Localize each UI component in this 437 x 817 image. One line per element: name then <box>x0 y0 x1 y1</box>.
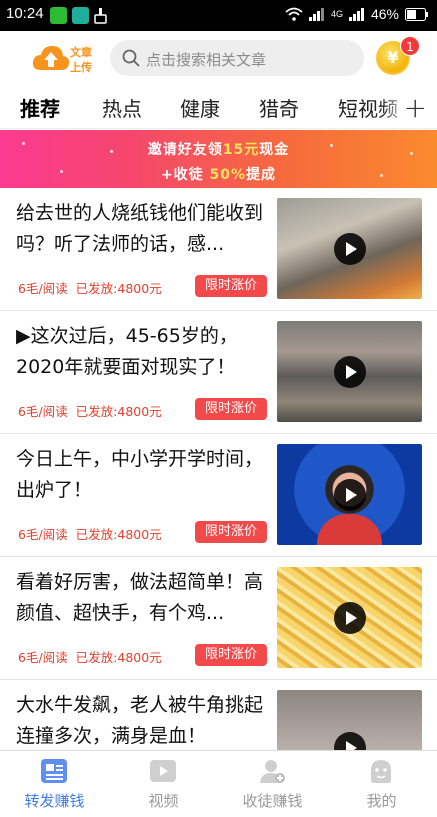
tab-recommend[interactable]: 推荐 <box>20 93 60 122</box>
search-placeholder: 点击搜索相关文章 <box>146 51 267 69</box>
bottom-nav: 转发赚钱 视频 收徒赚钱 我的 <box>0 750 437 816</box>
article-thumbnail[interactable] <box>277 567 422 668</box>
nav-video[interactable]: 视频 <box>109 751 218 817</box>
issued-amount: 已发放:4800元 <box>75 281 162 296</box>
network-type: 4G <box>330 9 343 19</box>
cloud-upload-icon <box>32 46 70 70</box>
article-title[interactable]: 看着好厉害，做法超简单！高颜值、超快手，有个鸡... <box>16 567 268 629</box>
tab-curiosity[interactable]: 猎奇 <box>259 93 299 122</box>
price-per-read: 6毛/阅读 <box>18 404 68 419</box>
issued-amount: 已发放:4800元 <box>75 404 162 419</box>
category-tabs: 推荐 热点 健康 猎奇 短视频 + <box>0 83 437 129</box>
promo-badge: 限时涨价 <box>195 275 267 297</box>
article-icon <box>41 759 67 783</box>
notification-badge: 1 <box>400 36 420 56</box>
article-meta: 6毛/阅读 已发放:4800元 <box>18 278 170 297</box>
status-time: 10:24 <box>6 5 44 22</box>
battery-icon <box>405 7 428 21</box>
upload-article-logo[interactable]: 文章 上传 <box>32 41 102 75</box>
invite-banner[interactable]: 邀请好友领15元现金 +收徒 50%提成 <box>0 130 437 188</box>
article-feed: 给去世的人烧纸钱他们能收到吗？听了法师的话，感... 6毛/阅读 已发放:4800… <box>0 188 437 750</box>
list-item[interactable]: 看着好厉害，做法超简单！高颜值、超快手，有个鸡... 6毛/阅读 已发放:4800… <box>0 557 437 680</box>
article-meta: 6毛/阅读 已发放:4800元 <box>18 647 170 666</box>
logo-text-bottom: 上传 <box>70 61 92 74</box>
list-item[interactable]: 大水牛发飙，老人被牛角挑起连撞多次，满身是血！ <box>0 680 437 750</box>
list-item[interactable]: ▶这次过后，45-65岁的，2020年就要面对现实了！ 6毛/阅读 已发放:480… <box>0 311 437 434</box>
banner-line-2: +收徒 50%提成 <box>160 167 277 183</box>
banner-line-1: 邀请好友领15元现金 <box>147 142 290 158</box>
promo-badge: 限时涨价 <box>195 644 267 666</box>
search-icon <box>122 49 140 67</box>
logo-text-top: 文章 <box>70 46 92 59</box>
screenshot-icon <box>72 7 89 24</box>
search-bar[interactable]: 点击搜索相关文章 <box>110 40 364 76</box>
tab-hot[interactable]: 热点 <box>102 93 142 122</box>
play-icon <box>334 732 366 750</box>
list-item[interactable]: 给去世的人烧纸钱他们能收到吗？听了法师的话，感... 6毛/阅读 已发放:4800… <box>0 188 437 311</box>
top-bar: 文章 上传 点击搜索相关文章 ¥ 1 <box>0 31 437 83</box>
profile-face-icon <box>371 760 391 783</box>
price-per-read: 6毛/阅读 <box>18 281 68 296</box>
article-title[interactable]: ▶这次过后，45-65岁的，2020年就要面对现实了！ <box>16 321 268 383</box>
promo-badge: 限时涨价 <box>195 398 267 420</box>
issued-amount: 已发放:4800元 <box>75 650 162 665</box>
nav-label: 收徒赚钱 <box>242 792 303 810</box>
tab-health[interactable]: 健康 <box>180 93 220 122</box>
nav-label: 我的 <box>366 792 397 810</box>
article-thumbnail[interactable] <box>277 690 422 750</box>
article-thumbnail[interactable] <box>277 444 422 545</box>
article-meta: 6毛/阅读 已发放:4800元 <box>18 524 170 543</box>
article-thumbnail[interactable] <box>277 321 422 422</box>
user-add-icon <box>260 760 285 783</box>
nav-forward-earn[interactable]: 转发赚钱 <box>0 751 109 817</box>
article-title[interactable]: 今日上午，中小学开学时间，出炉了！ <box>16 444 268 506</box>
play-icon <box>334 233 366 265</box>
signal-icon <box>308 8 324 21</box>
nav-profile[interactable]: 我的 <box>327 751 436 817</box>
price-per-read: 6毛/阅读 <box>18 650 68 665</box>
status-bar: 10:24 4G 46% <box>0 0 437 31</box>
issued-amount: 已发放:4800元 <box>75 527 162 542</box>
video-icon <box>150 760 176 782</box>
play-icon <box>334 479 366 511</box>
price-per-read: 6毛/阅读 <box>18 527 68 542</box>
nav-label: 视频 <box>148 792 179 810</box>
add-tab-icon[interactable]: + <box>399 91 427 124</box>
promo-badge: 限时涨价 <box>195 521 267 543</box>
list-item[interactable]: 今日上午，中小学开学时间，出炉了！ 6毛/阅读 已发放:4800元 限时涨价 <box>0 434 437 557</box>
signal-icon-2 <box>348 8 364 21</box>
nav-recruit-earn[interactable]: 收徒赚钱 <box>218 751 327 817</box>
battery-percent: 46% <box>370 6 399 22</box>
wechat-icon <box>50 7 67 24</box>
article-title[interactable]: 给去世的人烧纸钱他们能收到吗？听了法师的话，感... <box>16 198 268 260</box>
cleaner-icon <box>94 8 107 24</box>
play-icon <box>334 602 366 634</box>
article-thumbnail[interactable] <box>277 198 422 299</box>
nav-label: 转发赚钱 <box>24 792 85 810</box>
article-title[interactable]: 大水牛发飙，老人被牛角挑起连撞多次，满身是血！ <box>16 690 268 750</box>
wifi-icon <box>285 7 303 21</box>
play-icon <box>334 356 366 388</box>
article-meta: 6毛/阅读 已发放:4800元 <box>18 401 170 420</box>
